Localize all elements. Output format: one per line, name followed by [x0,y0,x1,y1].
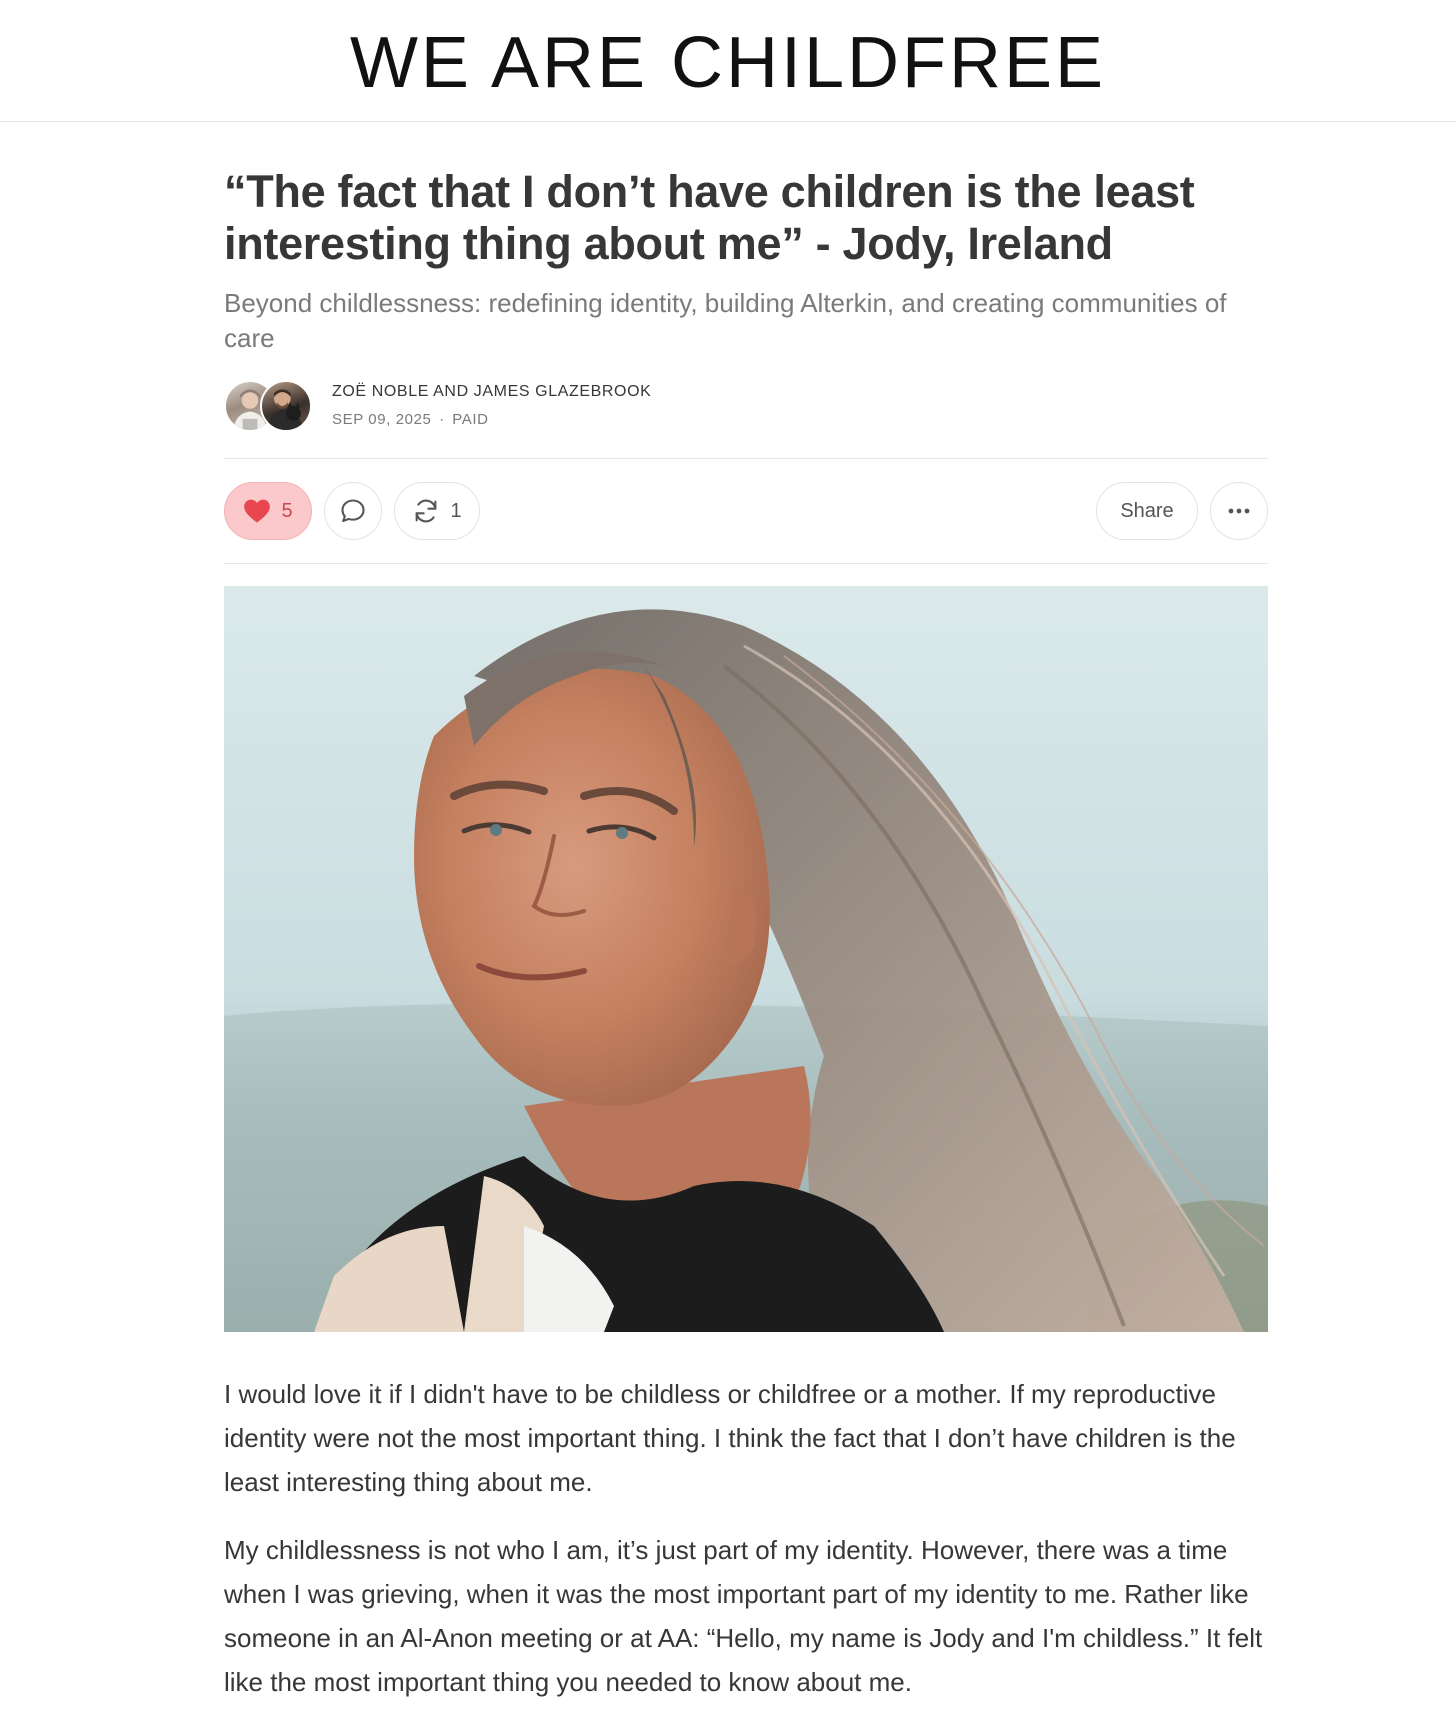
divider [224,563,1268,564]
meta-separator: ∙ [439,411,445,428]
restack-button[interactable]: 1 [394,482,480,540]
article: “The fact that I don’t have children is … [224,122,1268,1728]
portrait-photo [224,586,1268,1332]
more-options-button[interactable] [1210,482,1268,540]
post-date: SEP 09, 2025 [332,411,432,428]
author-avatars[interactable] [224,378,316,434]
comment-button[interactable] [324,482,382,540]
article-body: I would love it if I didn't have to be c… [224,1372,1268,1704]
byline: ZOË NOBLE AND JAMES GLAZEBROOK SEP 09, 2… [224,378,1268,434]
ellipsis-icon [1227,507,1251,515]
avatar[interactable] [260,380,312,432]
body-paragraph: My childlessness is not who I am, it’s j… [224,1535,1263,1697]
hero-image[interactable] [224,586,1268,1332]
body-paragraph: I would love it if I didn't have to be c… [224,1379,1236,1497]
post-actions-left: 5 1 [224,482,480,540]
post-meta: SEP 09, 2025 ∙ PAID [332,410,651,430]
post-actions-bar: 5 1 Share [224,459,1268,563]
restack-arrows-icon [412,497,440,525]
post-actions-right: Share [1096,482,1268,540]
access-badge: PAID [452,411,489,428]
masthead: WE ARE CHILDFREE [0,0,1456,122]
post-subtitle: Beyond childlessness: redefining identit… [224,288,1227,353]
restack-count: 1 [450,499,462,522]
byline-text: ZOË NOBLE AND JAMES GLAZEBROOK SEP 09, 2… [332,382,651,430]
author-names-link[interactable]: ZOË NOBLE AND JAMES GLAZEBROOK [332,382,651,402]
avatar-portrait-icon [265,389,305,430]
share-button[interactable]: Share [1096,482,1198,540]
post-title: “The fact that I don’t have children is … [224,166,1195,269]
like-button[interactable]: 5 [224,482,312,540]
heart-icon [243,498,271,524]
comment-bubble-icon [339,497,367,525]
like-count: 5 [281,499,293,522]
publication-title[interactable]: WE ARE CHILDFREE [350,27,1106,99]
